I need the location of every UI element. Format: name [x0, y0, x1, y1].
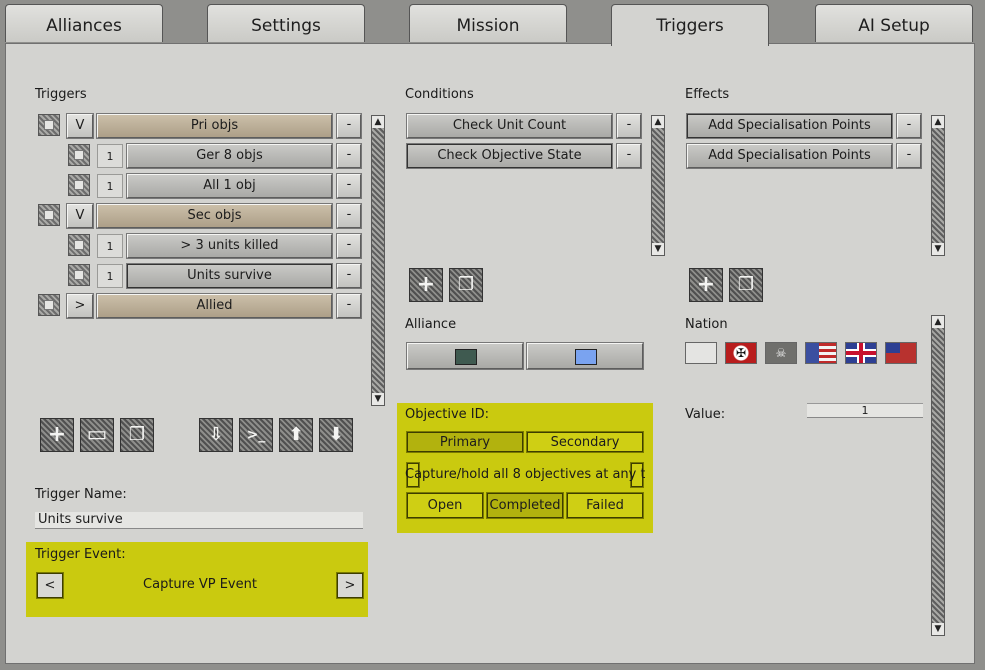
trigger-checkbox[interactable]	[68, 144, 90, 166]
uk-flag-icon[interactable]	[845, 342, 877, 364]
remove-trigger-button[interactable]: -	[337, 294, 361, 318]
remove-trigger-button[interactable]: -	[337, 174, 361, 198]
add-icon[interactable]: +	[40, 418, 74, 452]
tab-triggers[interactable]: Triggers	[611, 4, 769, 46]
condition-item[interactable]: Check Unit Count	[407, 114, 612, 138]
objective-failed-button[interactable]: Failed	[567, 493, 643, 518]
import-icon[interactable]: ⇩	[199, 418, 233, 452]
trigger-item[interactable]: All 1 obj	[127, 174, 332, 198]
trigger-event-value: Capture VP Event	[143, 577, 257, 592]
tab-alliances[interactable]: Alliances	[5, 4, 163, 42]
trigger-name-input[interactable]: Units survive	[35, 512, 363, 529]
trigger-item-selected[interactable]: Units survive	[127, 264, 332, 288]
scroll-down-arrow[interactable]: ▼	[652, 243, 664, 255]
scroll-down-arrow[interactable]: ▼	[372, 393, 384, 405]
red-ensign-flag-icon[interactable]	[885, 342, 917, 364]
alliance-option-2[interactable]	[527, 343, 643, 369]
triggers-scrollbar[interactable]: ▲ ▼	[371, 115, 385, 406]
folder-icon[interactable]: ▭	[80, 418, 114, 452]
trigger-count: 1	[97, 144, 123, 168]
conditions-header: Conditions	[405, 87, 474, 102]
remove-trigger-button[interactable]: -	[337, 114, 361, 138]
expand-toggle-button[interactable]: V	[67, 114, 93, 138]
event-prev-button[interactable]: <	[37, 573, 63, 598]
trigger-item[interactable]: Allied	[97, 294, 332, 318]
trigger-count: 1	[97, 264, 123, 288]
effects-header: Effects	[685, 87, 730, 102]
trigger-item[interactable]: Pri objs	[97, 114, 332, 138]
trigger-count: 1	[97, 234, 123, 258]
value-label: Value:	[685, 407, 726, 422]
tab-settings[interactable]: Settings	[207, 4, 365, 42]
objective-secondary-button[interactable]: Secondary	[527, 432, 643, 452]
tab-ai-setup[interactable]: AI Setup	[815, 4, 973, 42]
remove-trigger-button[interactable]: -	[337, 264, 361, 288]
trigger-name-label: Trigger Name:	[35, 487, 127, 502]
alliance-option-1[interactable]	[407, 343, 523, 369]
remove-effect-button[interactable]: -	[897, 144, 921, 168]
move-down-icon[interactable]: ⬇	[319, 418, 353, 452]
scroll-up-arrow[interactable]: ▲	[652, 116, 664, 128]
scroll-down-arrow[interactable]: ▼	[932, 243, 944, 255]
remove-effect-button[interactable]: -	[897, 114, 921, 138]
expand-toggle-button[interactable]: V	[67, 204, 93, 228]
trigger-checkbox[interactable]	[68, 174, 90, 196]
alliance-swatch	[455, 349, 477, 365]
scroll-down-arrow[interactable]: ▼	[932, 623, 944, 635]
copy-effect-icon[interactable]: ❐	[729, 268, 763, 302]
trigger-checkbox[interactable]	[68, 264, 90, 286]
expand-toggle-button[interactable]: >	[67, 294, 93, 318]
remove-condition-button[interactable]: -	[617, 144, 641, 168]
objective-open-button[interactable]: Open	[407, 493, 483, 518]
skull-flag-icon[interactable]: ☠	[765, 342, 797, 364]
trigger-item[interactable]: Ger 8 objs	[127, 144, 332, 168]
trigger-event-label: Trigger Event:	[35, 547, 126, 562]
condition-item[interactable]: Check Objective State	[407, 144, 612, 168]
trigger-checkbox[interactable]	[38, 204, 60, 226]
nation-scrollbar[interactable]: ▲ ▼	[931, 315, 945, 636]
remove-trigger-button[interactable]: -	[337, 204, 361, 228]
trigger-checkbox[interactable]	[38, 114, 60, 136]
nation-label: Nation	[685, 317, 728, 332]
objective-completed-button[interactable]: Completed	[487, 493, 563, 518]
alliance-label: Alliance	[405, 317, 457, 332]
objective-id-label: Objective ID:	[405, 407, 489, 422]
copy-condition-icon[interactable]: ❐	[449, 268, 483, 302]
remove-condition-button[interactable]: -	[617, 114, 641, 138]
add-effect-icon[interactable]: +	[689, 268, 723, 302]
add-condition-icon[interactable]: +	[409, 268, 443, 302]
tab-mission[interactable]: Mission	[409, 4, 567, 42]
scroll-up-arrow[interactable]: ▲	[932, 316, 944, 328]
scroll-up-arrow[interactable]: ▲	[932, 116, 944, 128]
remove-trigger-button[interactable]: -	[337, 144, 361, 168]
copy-icon[interactable]: ❐	[120, 418, 154, 452]
trigger-checkbox[interactable]	[68, 234, 90, 256]
alliance-swatch	[575, 349, 597, 365]
scroll-up-arrow[interactable]: ▲	[372, 116, 384, 128]
triggers-header: Triggers	[35, 87, 87, 102]
move-up-icon[interactable]: ⬆	[279, 418, 313, 452]
console-icon[interactable]: >_	[239, 418, 273, 452]
usa-flag-icon[interactable]	[805, 342, 837, 364]
event-next-button[interactable]: >	[337, 573, 363, 598]
value-input[interactable]: 1	[807, 403, 923, 418]
remove-trigger-button[interactable]: -	[337, 234, 361, 258]
germany-flag-icon[interactable]: ✠	[725, 342, 757, 364]
effects-scrollbar[interactable]: ▲ ▼	[931, 115, 945, 256]
objective-description: Capture/hold all 8 objectives at any tim…	[405, 467, 645, 482]
trigger-checkbox[interactable]	[38, 294, 60, 316]
conditions-scrollbar[interactable]: ▲ ▼	[651, 115, 665, 256]
trigger-count: 1	[97, 174, 123, 198]
objective-primary-button[interactable]: Primary	[407, 432, 523, 452]
trigger-item[interactable]: > 3 units killed	[127, 234, 332, 258]
effect-item[interactable]: Add Specialisation Points	[687, 114, 892, 138]
effect-item[interactable]: Add Specialisation Points	[687, 144, 892, 168]
trigger-item[interactable]: Sec objs	[97, 204, 332, 228]
neutral-flag-icon[interactable]	[685, 342, 717, 364]
